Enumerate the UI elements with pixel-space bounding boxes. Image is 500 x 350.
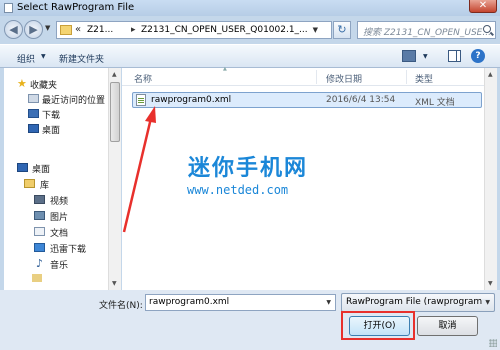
- window-title: Select RawProgram File: [17, 2, 135, 13]
- file-list: 名称 ▲ 修改日期 类型 rawprogram0.xml 2016/6/4 13…: [122, 66, 497, 290]
- watermark-title: 迷你手机网: [188, 156, 309, 181]
- desktop-icon: [28, 124, 39, 133]
- chevron-down-icon: ▼: [482, 299, 490, 306]
- watermark-url: www.netded.com: [187, 183, 289, 197]
- filename-value: rawprogram0.xml: [149, 297, 230, 307]
- help-icon[interactable]: ?: [471, 49, 485, 63]
- filetype-value: RawProgram File (rawprogram: [346, 297, 483, 307]
- column-date-modified[interactable]: 修改日期: [326, 72, 362, 85]
- library-icon: [24, 179, 35, 188]
- filename-input[interactable]: rawprogram0.xml ▼: [145, 294, 336, 311]
- resize-grip[interactable]: [489, 339, 497, 347]
- sidebar-item-label: 最近访问的位置: [42, 96, 106, 106]
- breadcrumb-separator[interactable]: ▸: [131, 25, 136, 35]
- sidebar-item-label: 视频: [50, 197, 69, 207]
- app-icon: [4, 3, 13, 13]
- filetype-select[interactable]: RawProgram File (rawprogram ▼: [341, 293, 495, 312]
- preview-pane-icon[interactable]: [448, 50, 461, 62]
- breadcrumb-item[interactable]: Z21...: [87, 25, 113, 35]
- forward-button[interactable]: ▶: [24, 20, 43, 39]
- sidebar-item-partial[interactable]: [32, 274, 42, 282]
- scroll-up-icon[interactable]: ▲: [112, 71, 117, 78]
- video-icon: [34, 195, 45, 204]
- filename-label: 文件名(N):: [99, 301, 143, 311]
- chevron-down-icon[interactable]: ▼: [326, 299, 331, 306]
- column-type[interactable]: 类型: [415, 72, 433, 85]
- dialog-footer: 文件名(N): rawprogram0.xml ▼ RawProgram Fil…: [0, 290, 500, 350]
- recent-places-icon: [28, 94, 39, 103]
- music-icon: ♪: [36, 257, 44, 270]
- title-bar[interactable]: Select RawProgram File ✕: [0, 0, 500, 16]
- file-name: rawprogram0.xml: [151, 95, 232, 105]
- organize-button[interactable]: 组织: [17, 52, 35, 65]
- address-bar[interactable]: « Z21... ▸ Z2131_CN_OPEN_USER_Q01002.1_.…: [56, 21, 332, 39]
- column-divider[interactable]: [316, 70, 317, 84]
- column-header: 名称 ▲ 修改日期 类型: [122, 66, 497, 86]
- column-divider[interactable]: [406, 70, 407, 84]
- star-icon: ★: [17, 77, 27, 90]
- sidebar-item-label: 桌面: [42, 126, 61, 136]
- file-dialog: Select RawProgram File ✕ ◀ ▶ ▼ « Z21... …: [0, 0, 500, 350]
- sidebar-item-label: 文档: [50, 229, 69, 239]
- sidebar-item-label: 收藏夹: [30, 81, 58, 91]
- sidebar-scrollbar[interactable]: ▲ ▼: [108, 68, 121, 290]
- desktop-icon: [17, 163, 28, 172]
- scroll-down-icon[interactable]: ▼: [112, 280, 117, 287]
- sidebar-item-label: 桌面: [32, 165, 51, 175]
- breadcrumb-overflow[interactable]: «: [75, 24, 81, 35]
- filelist-scrollbar[interactable]: ▲ ▼: [484, 68, 497, 290]
- search-placeholder: 搜索 Z2131_CN_OPEN_USE...: [363, 28, 491, 38]
- close-button[interactable]: ✕: [469, 0, 497, 13]
- sidebar-item-label: 下载: [42, 111, 61, 121]
- breadcrumb-item-current[interactable]: Z2131_CN_OPEN_USER_Q01002.1_...: [141, 25, 308, 35]
- search-icon: [483, 25, 491, 33]
- sidebar-item-label: 迅雷下载: [50, 245, 87, 255]
- new-folder-button[interactable]: 新建文件夹: [59, 52, 104, 65]
- back-button[interactable]: ◀: [4, 20, 23, 39]
- column-name[interactable]: 名称: [134, 72, 152, 85]
- sidebar-item-label: 图片: [50, 213, 69, 223]
- file-row[interactable]: rawprogram0.xml 2016/6/4 13:54 XML 文档: [132, 92, 482, 108]
- refresh-button[interactable]: ↻: [333, 21, 351, 39]
- chevron-down-icon[interactable]: ▼: [423, 53, 428, 60]
- picture-icon: [34, 211, 45, 220]
- scroll-up-icon[interactable]: ▲: [488, 71, 493, 78]
- sidebar-item-label: 音乐: [50, 261, 69, 271]
- xml-file-icon: [136, 94, 146, 106]
- address-dropdown-icon[interactable]: ▼: [313, 26, 318, 34]
- thunder-download-icon: [34, 243, 45, 252]
- cancel-button[interactable]: 取消: [417, 316, 478, 336]
- sort-ascending-icon: ▲: [223, 66, 227, 72]
- scrollbar-thumb[interactable]: [110, 82, 120, 142]
- file-date: 2016/6/4 13:54: [326, 95, 396, 105]
- file-type: XML 文档: [415, 98, 455, 108]
- search-input[interactable]: 搜索 Z2131_CN_OPEN_USE...: [357, 21, 496, 39]
- scroll-down-icon[interactable]: ▼: [488, 280, 493, 287]
- toolbar: 组织 ▼ 新建文件夹 ▼ ?: [0, 44, 500, 68]
- recent-pages-dropdown-icon[interactable]: ▼: [45, 24, 50, 32]
- document-icon: [34, 227, 45, 236]
- downloads-icon: [28, 109, 39, 118]
- folder-icon: [60, 25, 72, 35]
- view-options-icon[interactable]: [402, 50, 416, 62]
- sidebar-item-label: 库: [40, 181, 50, 191]
- chevron-down-icon: ▼: [41, 53, 46, 60]
- open-button[interactable]: 打开(O): [349, 316, 410, 336]
- navigation-pane: ★ 收藏夹 最近访问的位置 下载 桌面 桌面 库 视频 图片 文档 迅雷下载 ♪…: [4, 68, 112, 290]
